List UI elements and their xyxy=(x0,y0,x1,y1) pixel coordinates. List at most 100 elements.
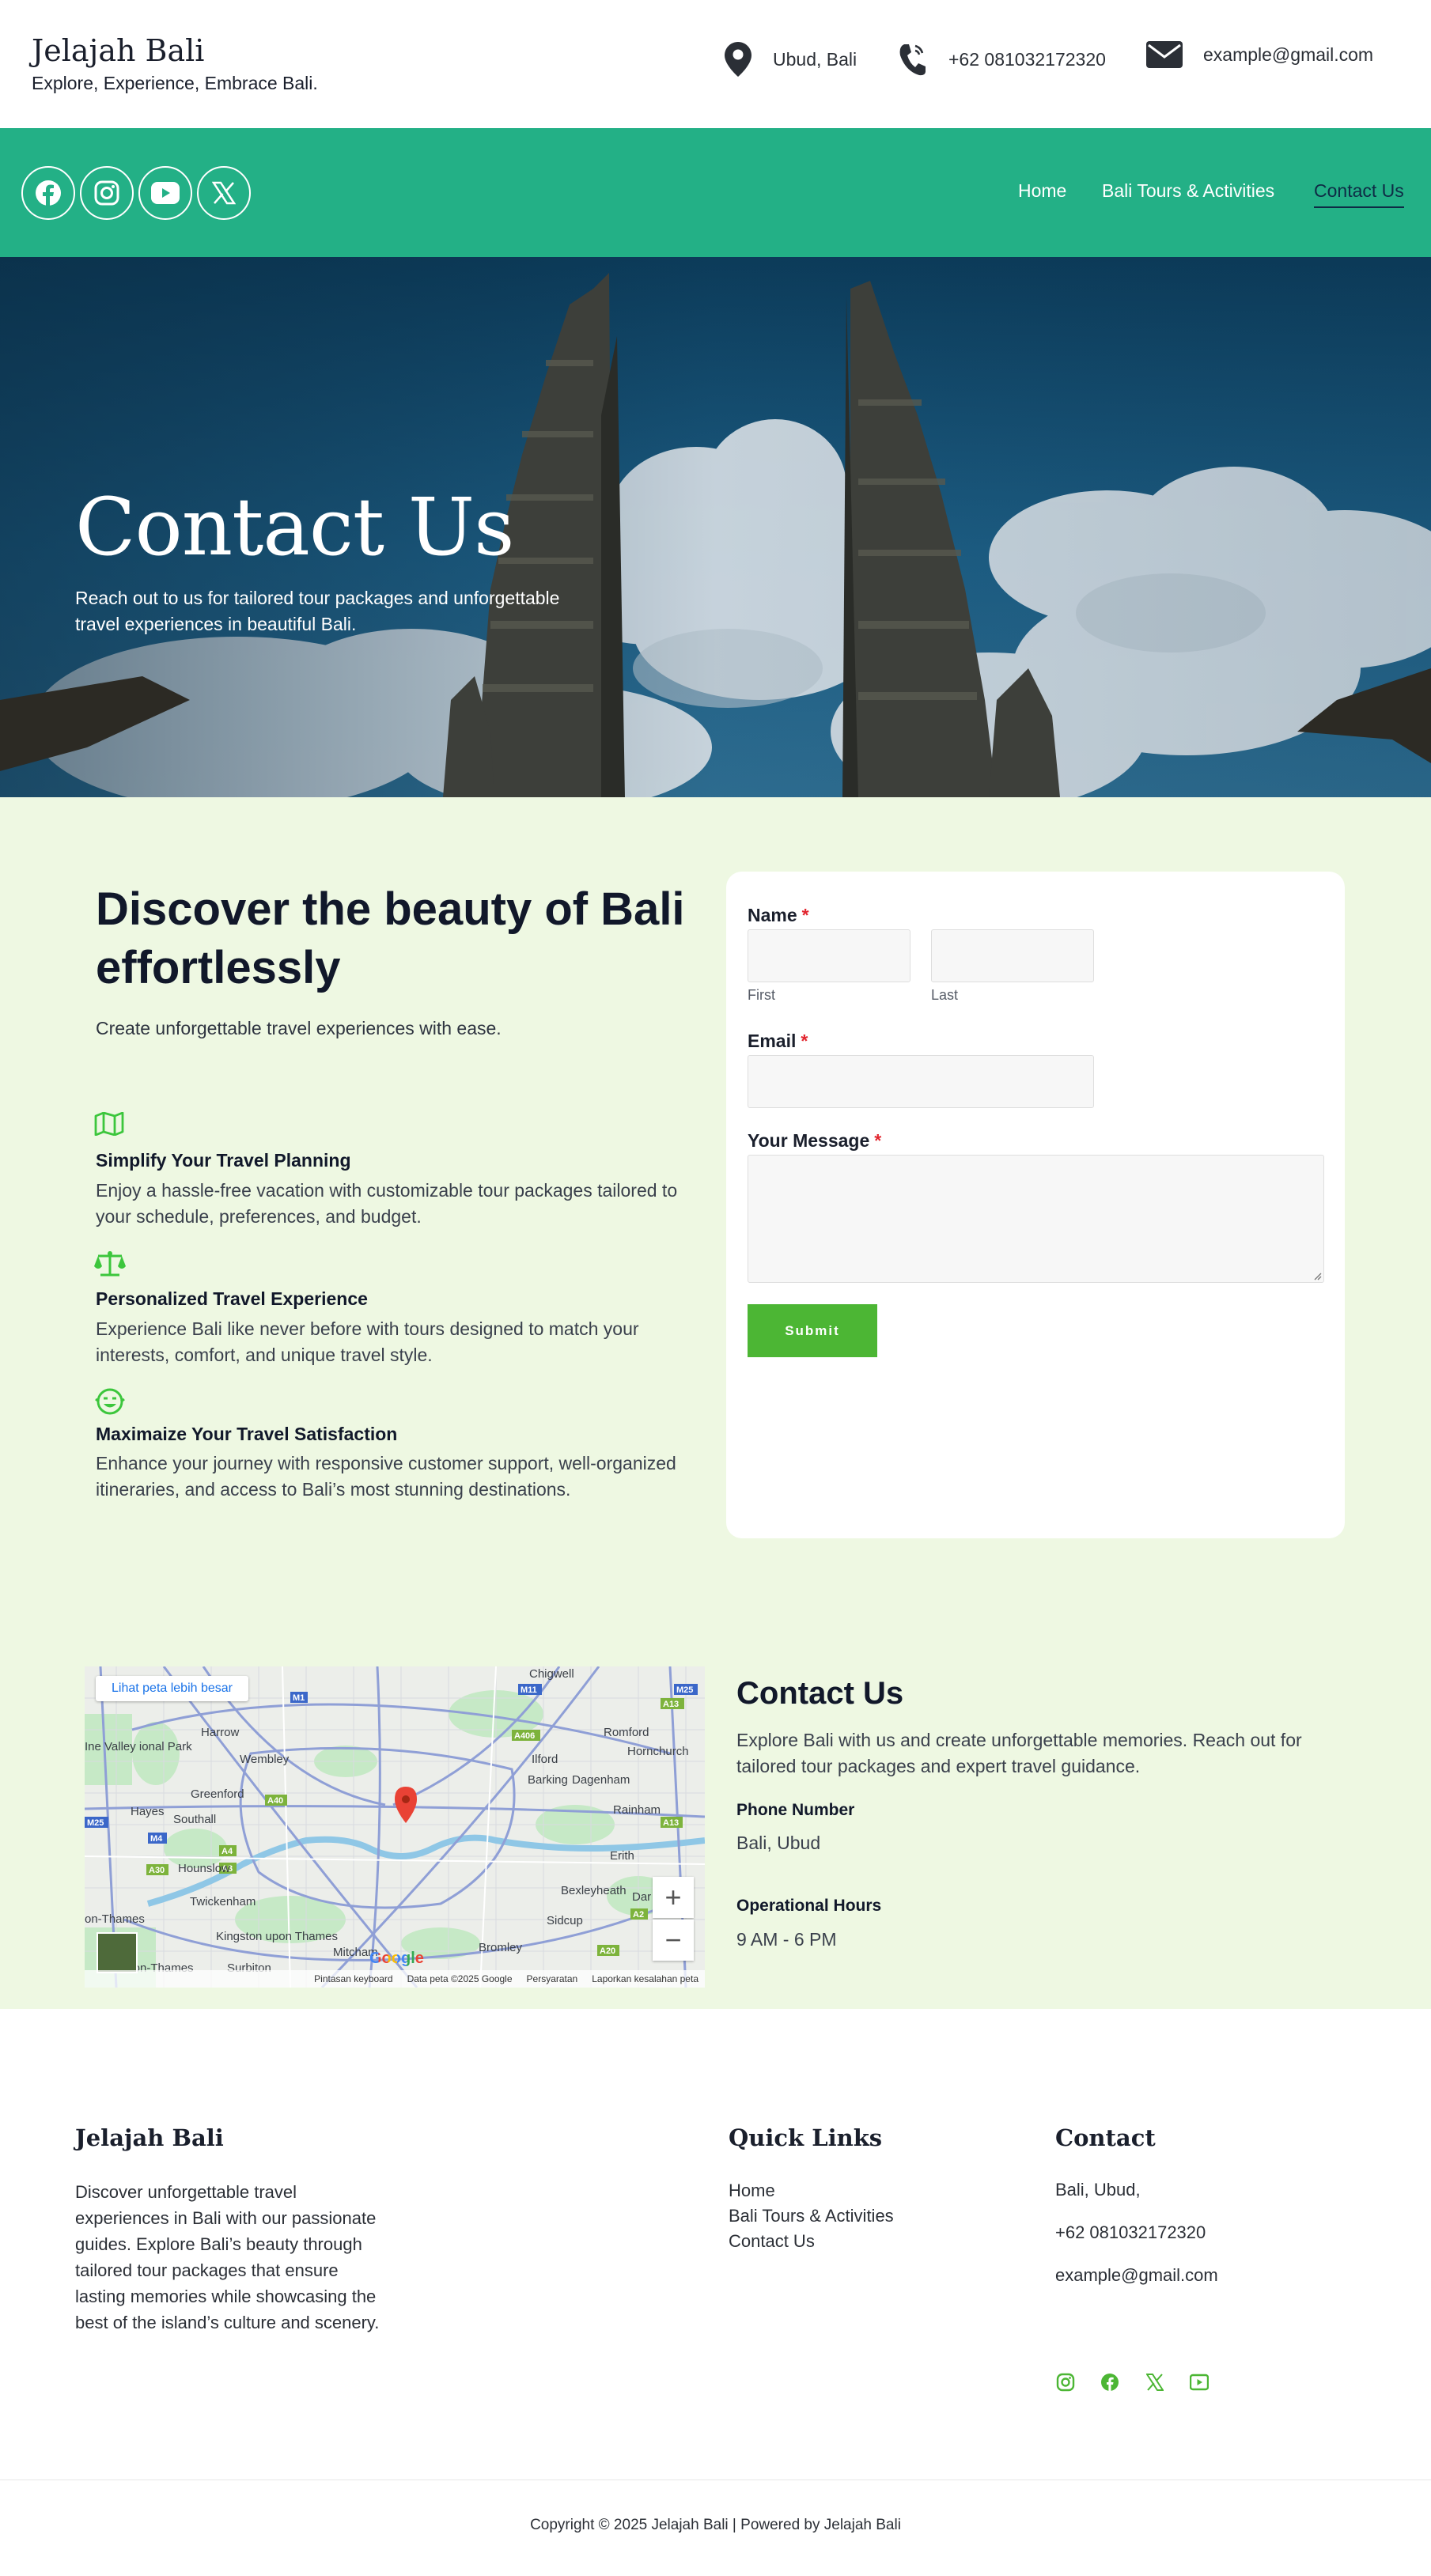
x-icon xyxy=(1146,2374,1164,2391)
youtube-icon xyxy=(151,182,180,204)
footer-phone[interactable]: +62 081032172320 xyxy=(1055,2222,1206,2243)
copyright-text: Copyright © 2025 Jelajah Bali | Powered … xyxy=(530,2517,901,2533)
instagram-icon xyxy=(1056,2373,1075,2392)
road-label: A20 xyxy=(600,1946,615,1956)
road-label: M11 xyxy=(521,1685,537,1695)
hours-label: Operational Hours xyxy=(736,1897,882,1915)
google-map-embed[interactable]: M1 M11 M25 A406 A13 A40 A4 A30 M4 A3 A20… xyxy=(85,1666,705,1988)
place-label: Dagenham xyxy=(572,1773,630,1787)
map-tiles[interactable]: M1 M11 M25 A406 A13 A40 A4 A30 M4 A3 A20… xyxy=(85,1666,705,1988)
last-name-input[interactable] xyxy=(931,929,1094,982)
road-label: A4 xyxy=(221,1847,233,1856)
place-label: Greenford xyxy=(191,1787,244,1801)
footer-about-text: Discover unforgettable travel experience… xyxy=(75,2182,380,2332)
place-label: Romford xyxy=(604,1726,649,1739)
feature-title: Personalized Travel Experience xyxy=(96,1288,368,1309)
nav-facebook-link[interactable] xyxy=(21,166,75,220)
zoom-in-button[interactable]: + xyxy=(653,1877,694,1918)
footer-contact-title: Contact xyxy=(1055,2124,1156,2151)
youtube-icon xyxy=(1190,2374,1209,2391)
footer-link-contact[interactable]: Contact Us xyxy=(729,2231,815,2252)
map-keyboard-shortcuts-link[interactable]: Pintasan keyboard xyxy=(314,1973,392,1984)
map-icon xyxy=(94,1112,124,1136)
feature-title: Maximaize Your Travel Satisfaction xyxy=(96,1424,398,1444)
place-label: Chigwell xyxy=(529,1667,574,1681)
map-report-error-link[interactable]: Laporkan kesalahan peta xyxy=(592,1973,698,1984)
place-label: Hayes xyxy=(131,1805,165,1818)
phone-text[interactable]: +62 081032172320 xyxy=(948,49,1106,70)
feature-title: Simplify Your Travel Planning xyxy=(96,1150,351,1171)
contact-info-title: Contact Us xyxy=(736,1676,904,1711)
envelope-icon xyxy=(1146,41,1183,68)
email-contact: example@gmail.com xyxy=(1146,41,1373,68)
discover-title: Discover the beauty of Bali effortlessly xyxy=(96,883,685,993)
footer-link-tours[interactable]: Bali Tours & Activities xyxy=(729,2206,894,2226)
feature-text: Enjoy a hassle-free vacation with custom… xyxy=(96,1180,678,1227)
map-data-credit: Data peta ©2025 Google xyxy=(407,1973,513,1984)
place-label: on-Thames xyxy=(85,1912,145,1926)
phone-number-label: Phone Number xyxy=(736,1801,855,1819)
place-label: Twickenham xyxy=(190,1895,256,1908)
email-text[interactable]: example@gmail.com xyxy=(1203,44,1373,66)
place-label: Hornchurch xyxy=(627,1745,689,1758)
place-label: Bexleyheath xyxy=(561,1884,627,1897)
place-label: Ilford xyxy=(532,1753,558,1766)
place-label: Southall xyxy=(173,1813,216,1826)
place-label: Bromley xyxy=(479,1941,523,1954)
footer-link-home[interactable]: Home xyxy=(729,2181,775,2201)
nav-instagram-link[interactable] xyxy=(80,166,134,220)
location-contact: Ubud, Bali xyxy=(724,41,857,78)
message-textarea[interactable] xyxy=(748,1155,1324,1283)
road-label: A2 xyxy=(633,1910,644,1920)
email-label: Email * xyxy=(748,1031,808,1051)
road-label: M4 xyxy=(150,1834,163,1844)
footer-instagram-link[interactable] xyxy=(1054,2371,1077,2393)
footer-about-title: Jelajah Bali xyxy=(75,2124,224,2151)
contact-info-description: Explore Bali with us and create unforget… xyxy=(736,1730,1302,1776)
footer-youtube-link[interactable] xyxy=(1188,2371,1210,2393)
road-label: M25 xyxy=(87,1818,104,1828)
footer-email[interactable]: example@gmail.com xyxy=(1055,2265,1218,2286)
google-logo: Google xyxy=(369,1950,424,1967)
place-label: Kingston upon Thames xyxy=(216,1930,338,1943)
phone-contact: +62 081032172320 xyxy=(896,41,1106,78)
footer-links-title: Quick Links xyxy=(729,2124,883,2151)
x-icon xyxy=(212,181,236,205)
nav-youtube-link[interactable] xyxy=(138,166,192,220)
last-name-hint: Last xyxy=(931,987,959,1003)
footer-x-link[interactable] xyxy=(1144,2371,1166,2393)
nav-home[interactable]: Home xyxy=(1018,180,1066,202)
instagram-icon xyxy=(94,180,119,206)
road-label: M1 xyxy=(293,1693,305,1703)
place-label: Erith xyxy=(610,1849,634,1863)
satellite-toggle-thumbnail[interactable] xyxy=(97,1932,138,1973)
first-name-hint: First xyxy=(748,987,775,1003)
nav-contact[interactable]: Contact Us xyxy=(1314,180,1404,208)
place-label: Wembley xyxy=(240,1753,290,1766)
footer-facebook-link[interactable] xyxy=(1099,2371,1121,2393)
place-label: Dar xyxy=(632,1890,651,1904)
location-text: Ubud, Bali xyxy=(773,48,857,70)
first-name-input[interactable] xyxy=(748,929,910,982)
nav-x-link[interactable] xyxy=(197,166,251,220)
view-larger-map-button[interactable]: Lihat peta lebih besar xyxy=(96,1676,248,1701)
resize-handle-icon[interactable] xyxy=(1312,1271,1322,1280)
place-label: Harrow xyxy=(201,1726,240,1739)
email-input[interactable] xyxy=(748,1055,1094,1108)
hero-subtitle: Reach out to us for tailored tour packag… xyxy=(75,588,560,634)
hero-title: Contact Us xyxy=(75,481,515,573)
nav-tours[interactable]: Bali Tours & Activities xyxy=(1102,180,1274,202)
hero-banner: Contact Us Reach out to us for tailored … xyxy=(0,257,1431,797)
brand-tagline: Explore, Experience, Embrace Bali. xyxy=(32,73,318,93)
message-label: Your Message * xyxy=(748,1130,882,1151)
map-terms-link[interactable]: Persyaratan xyxy=(527,1973,578,1984)
road-label: A30 xyxy=(149,1866,165,1875)
brand-title[interactable]: Jelajah Bali xyxy=(32,33,204,68)
road-label: A13 xyxy=(663,1700,679,1709)
road-label: A40 xyxy=(267,1796,283,1806)
discover-subtitle: Create unforgettable travel experiences … xyxy=(96,1018,502,1038)
submit-button[interactable]: Submit xyxy=(748,1304,877,1357)
zoom-out-button[interactable]: − xyxy=(653,1920,694,1961)
phone-number-value: Bali, Ubud xyxy=(736,1833,821,1853)
balance-scale-icon xyxy=(94,1251,126,1277)
